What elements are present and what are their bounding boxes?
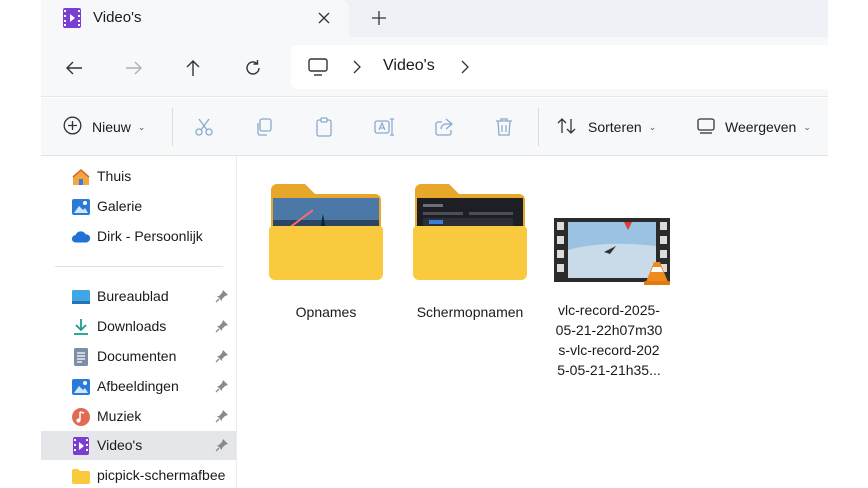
new-button-label: Nieuw bbox=[92, 119, 131, 135]
pin-icon[interactable] bbox=[215, 349, 229, 366]
sidebar-item-label: Dirk - Persoonlijk bbox=[97, 228, 203, 244]
tab-title: Video's bbox=[93, 9, 142, 26]
sidebar-item-picpick[interactable]: picpick-schermafbee bbox=[41, 461, 236, 488]
plus-circle-icon bbox=[63, 116, 82, 138]
sidebar-item-label: Galerie bbox=[97, 198, 143, 214]
address-bar[interactable]: Video's bbox=[291, 45, 828, 89]
file-name-line: s-vlc-record-202 bbox=[558, 342, 660, 358]
sidebar-item-downloads[interactable]: Downloads bbox=[41, 312, 236, 341]
file-name-line: 05-21-22h07m30 bbox=[555, 322, 663, 338]
pin-icon[interactable] bbox=[215, 409, 229, 426]
gallery-icon bbox=[71, 197, 91, 217]
breadcrumb-chevron-icon[interactable] bbox=[353, 60, 361, 77]
view-button-label: Weergeven bbox=[725, 119, 797, 135]
sidebar-item-home[interactable]: Thuis bbox=[41, 162, 236, 191]
breadcrumb-videos[interactable]: Video's bbox=[383, 57, 435, 75]
close-icon[interactable] bbox=[313, 7, 335, 29]
share-icon[interactable] bbox=[433, 116, 455, 138]
sidebar-item-gallery[interactable]: Galerie bbox=[41, 192, 236, 221]
copy-icon[interactable] bbox=[253, 116, 275, 138]
music-icon bbox=[71, 407, 91, 427]
view-button[interactable]: Weergeven ⌄ bbox=[697, 114, 811, 140]
forward-arrow-icon[interactable] bbox=[121, 55, 147, 81]
up-arrow-icon[interactable] bbox=[180, 55, 206, 81]
sidebar-item-label: Documenten bbox=[97, 348, 177, 364]
sort-arrows-icon bbox=[556, 117, 578, 138]
file-list: Opnames Schermopnamen vlc-record-2025- 0… bbox=[237, 156, 828, 488]
pictures-icon bbox=[71, 377, 91, 397]
download-icon bbox=[71, 317, 91, 337]
sidebar-divider bbox=[55, 266, 223, 267]
video-thumbnail-icon bbox=[554, 218, 670, 285]
videos-icon bbox=[62, 7, 82, 32]
toolbar-divider bbox=[172, 108, 173, 146]
videos-icon bbox=[71, 436, 91, 456]
documents-icon bbox=[71, 347, 91, 367]
chevron-down-icon: ⌄ bbox=[137, 121, 146, 132]
sidebar-item-desktop[interactable]: Bureaublad bbox=[41, 282, 236, 311]
sidebar-item-onedrive[interactable]: Dirk - Persoonlijk bbox=[41, 222, 236, 251]
onedrive-cloud-icon bbox=[71, 227, 91, 247]
tab-videos[interactable]: Video's bbox=[41, 0, 349, 37]
command-bar: Nieuw ⌄ Sorteren ⌄ Weergeven ⌄ bbox=[41, 98, 828, 156]
sidebar-item-label: Downloads bbox=[97, 318, 167, 334]
folder-tile-opnames[interactable]: Opnames bbox=[261, 170, 391, 370]
desktop-icon bbox=[71, 287, 91, 307]
breadcrumb-chevron-icon[interactable] bbox=[461, 60, 469, 77]
sidebar-item-label: Afbeeldingen bbox=[97, 378, 179, 394]
file-explorer-window: Video's Video's Nieuw ⌄ Sorteren ⌄ Weerg… bbox=[41, 0, 828, 488]
rename-icon[interactable] bbox=[373, 116, 395, 138]
sidebar-item-label: picpick-schermafbee bbox=[97, 467, 226, 483]
file-name-line: vlc-record-2025- bbox=[558, 302, 660, 318]
file-name: vlc-record-2025- 05-21-22h07m30 s-vlc-re… bbox=[544, 300, 674, 380]
refresh-icon[interactable] bbox=[240, 55, 266, 81]
folder-with-preview-icon bbox=[413, 184, 527, 280]
sidebar-item-label: Bureaublad bbox=[97, 288, 169, 304]
file-name: Opnames bbox=[295, 304, 357, 320]
video-file-tile[interactable]: vlc-record-2025- 05-21-22h07m30 s-vlc-re… bbox=[544, 170, 674, 380]
sidebar-item-documents[interactable]: Documenten bbox=[41, 342, 236, 371]
pin-icon[interactable] bbox=[215, 379, 229, 396]
tab-strip: Video's bbox=[41, 0, 828, 37]
sort-button[interactable]: Sorteren ⌄ bbox=[556, 114, 656, 140]
cut-scissors-icon[interactable] bbox=[193, 116, 215, 138]
sidebar-item-label: Muziek bbox=[97, 408, 142, 424]
folder-with-preview-icon bbox=[269, 184, 383, 280]
home-icon bbox=[71, 167, 91, 187]
file-name: Schermopnamen bbox=[416, 304, 524, 320]
sort-button-label: Sorteren bbox=[588, 119, 642, 135]
sidebar-item-label: Thuis bbox=[97, 168, 132, 184]
sidebar-item-videos[interactable]: Video's bbox=[41, 431, 236, 460]
sidebar-item-pictures[interactable]: Afbeeldingen bbox=[41, 372, 236, 401]
pin-icon[interactable] bbox=[215, 319, 229, 336]
folder-icon bbox=[71, 466, 91, 486]
pin-icon[interactable] bbox=[215, 289, 229, 306]
view-layout-icon bbox=[697, 117, 715, 137]
this-pc-monitor-icon[interactable] bbox=[307, 57, 329, 80]
delete-trash-icon[interactable] bbox=[493, 116, 515, 138]
sidebar-item-music[interactable]: Muziek bbox=[41, 402, 236, 431]
pin-icon[interactable] bbox=[215, 438, 229, 455]
chevron-down-icon: ⌄ bbox=[648, 121, 657, 132]
paste-clipboard-icon[interactable] bbox=[313, 116, 335, 138]
chevron-down-icon: ⌄ bbox=[803, 121, 811, 132]
toolbar-divider bbox=[538, 108, 539, 146]
new-button[interactable]: Nieuw ⌄ bbox=[63, 114, 145, 140]
file-name-line: 5-05-21-21h35... bbox=[557, 362, 661, 378]
navigation-bar: Video's bbox=[41, 37, 828, 97]
folder-tile-schermopnamen[interactable]: Schermopnamen bbox=[405, 170, 535, 370]
new-tab-plus-icon[interactable] bbox=[367, 7, 391, 29]
back-arrow-icon[interactable] bbox=[61, 55, 87, 81]
navigation-pane: Thuis Galerie Dirk - Persoonlijk Bureaub… bbox=[41, 156, 236, 488]
sidebar-item-label: Video's bbox=[97, 437, 143, 453]
